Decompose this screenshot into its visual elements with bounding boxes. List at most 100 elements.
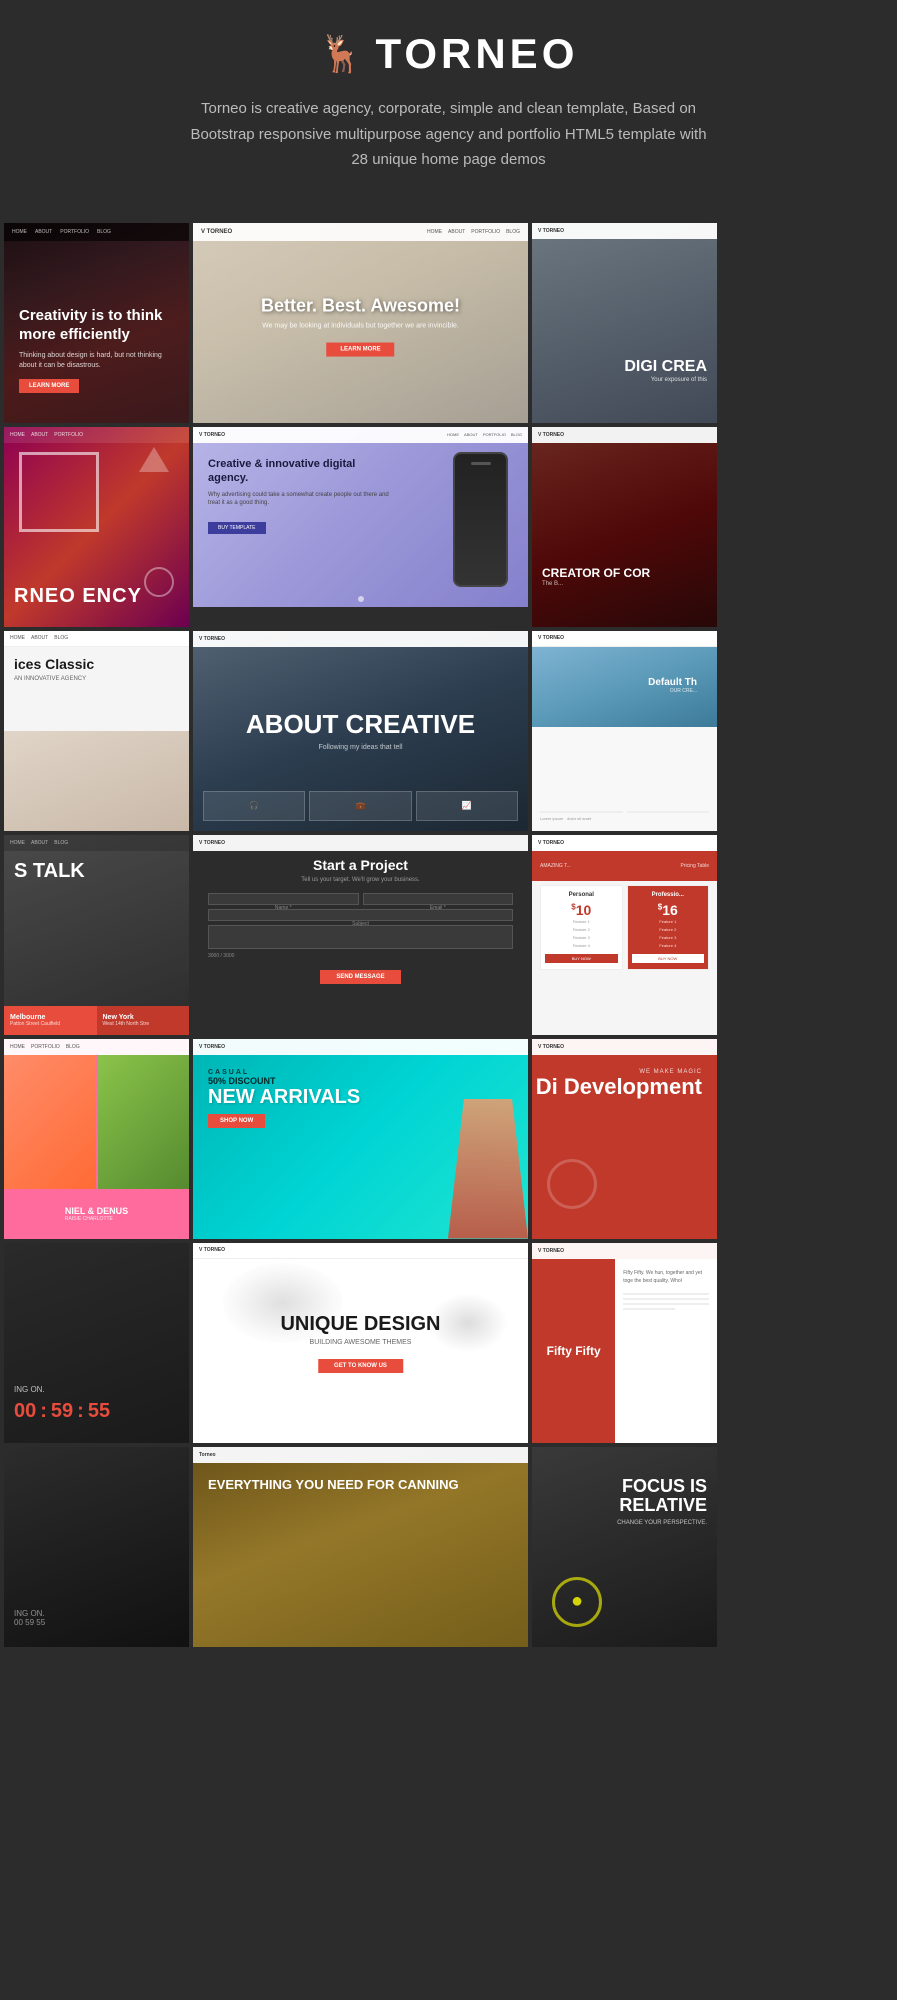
tile17-logo: V TORNEO xyxy=(538,1248,564,1254)
city2: New York xyxy=(103,1014,184,1021)
tile12-label: CASUAL xyxy=(208,1069,360,1076)
tile-rneo-ency[interactable]: HOMEABOUTPORTFOLIO RNEO ENCY xyxy=(4,427,189,627)
tile-ices-classic[interactable]: HOMEABOUTBLOG ices Classic AN INNOVATIVE… xyxy=(4,631,189,831)
tile-creativity[interactable]: HOMEABOUTPORTFOLIOBLOG Creativity is to … xyxy=(4,223,189,423)
tile3-logo: V TORNEO xyxy=(538,228,564,234)
tile-start-project[interactable]: V TORNEO Start a Project Tell us your ta… xyxy=(193,835,528,1035)
tile17-subtext: Fifty Fifty. We hun, together and yet to… xyxy=(623,1269,709,1285)
countdown-s: 55 xyxy=(88,1400,110,1423)
tile8-logo: V TORNEO xyxy=(199,636,225,642)
tile-canning[interactable]: Torneo EVERYTHING YOU NEED FOR CANNING xyxy=(193,1447,528,1647)
shape-circle xyxy=(144,567,174,597)
tile-fifty-fifty[interactable]: V TORNEO Fifty Fifty Fifty Fifty. We hun… xyxy=(532,1243,717,1443)
tile14-logo: V TORNEO xyxy=(538,1044,564,1050)
tile11-heading: Start a Project xyxy=(208,857,513,873)
shape-tri xyxy=(139,447,169,472)
plan2-btn[interactable]: BUY NOW xyxy=(632,954,705,963)
tile7-heading: ices Classic xyxy=(14,656,179,672)
photo-1 xyxy=(4,1055,96,1189)
tile-new-arrivals[interactable]: V TORNEO CASUAL 50% DISCOUNT NEW ARRIVAL… xyxy=(193,1039,528,1239)
phone-image xyxy=(453,452,508,587)
tile16-heading: UNIQUE DESIGN xyxy=(210,1313,512,1335)
tile-development[interactable]: V TORNEO WE MAKE MAGIC Di Development xyxy=(532,1039,717,1239)
tile-digi-crea[interactable]: V TORNEO DIGI CREA Your exposure of this xyxy=(532,223,717,423)
tile2-btn[interactable]: LEARN MORE xyxy=(326,342,394,356)
submit-btn[interactable]: SEND MESSAGE xyxy=(320,970,400,984)
tile16-subtext: BUILDING AWESOME THEMES xyxy=(210,1339,512,1346)
tile17-left: Fifty Fifty xyxy=(532,1259,615,1443)
plan1-btn[interactable]: BUY NOW xyxy=(545,954,618,963)
tile-about-creative[interactable]: V TORNEO ABOUT CREATIVE Following my ide… xyxy=(193,631,528,831)
shape-rect xyxy=(19,452,99,532)
tile10-heading: S TALK xyxy=(14,860,85,883)
tile6-logo: V TORNEO xyxy=(538,432,564,438)
tile-countdown[interactable]: ING ON. 00 : 59 : 55 xyxy=(4,1243,189,1443)
tile12-discount: 50% DISCOUNT xyxy=(208,1076,360,1086)
tile11-logo: V TORNEO xyxy=(199,840,225,846)
tile7-subtext: AN INNOVATIVE AGENCY xyxy=(14,676,179,682)
tile19-heading: EVERYTHING YOU NEED FOR CANNING xyxy=(208,1477,513,1493)
tile-pricing[interactable]: V TORNEO AMAZING T... Pricing Table Pers… xyxy=(532,835,717,1035)
tile18-label: ING ON. xyxy=(14,1385,179,1394)
location-boxes: Melbourne Patton Street Caulfield New Yo… xyxy=(4,1006,189,1035)
tile5-heading: Creative & innovative digital agency. xyxy=(208,457,392,486)
tile-creator[interactable]: V TORNEO CREATOR OF COR The B... xyxy=(532,427,717,627)
countdown-m: 59 xyxy=(51,1400,73,1423)
tile-food-blog[interactable]: HOMEPORTFOLIOBLOG NIEL & DENUS RAISIE CH… xyxy=(4,1039,189,1239)
tile5-btn[interactable]: BUY TEMPLATE xyxy=(208,522,266,534)
tile3-heading: DIGI CREA xyxy=(624,357,707,376)
brand-name: TORNEO xyxy=(375,30,578,78)
price-card-professional: Professio... $16 Feature 1Feature 2Featu… xyxy=(627,885,710,970)
tile14-heading: Di Development xyxy=(536,1075,702,1099)
price1: 10 xyxy=(576,902,592,918)
tile1-btn[interactable]: LEARN MORE xyxy=(19,379,79,393)
tile12-heading: NEW ARRIVALS xyxy=(208,1086,360,1108)
tile6-subtext: The B... xyxy=(542,581,707,587)
tile2-heading: Better. Best. Awesome! xyxy=(210,295,512,316)
price-card-personal: Personal $10 Feature 1Feature 2Feature 3… xyxy=(540,885,623,970)
tile11-subtext: Tell us your target. We'll grow your bus… xyxy=(208,877,513,883)
tile-s-talk[interactable]: HOMEABOUTBLOG S TALK Melbourne Patton St… xyxy=(4,835,189,1035)
tile2-subtext: We may be looking at individuals but tog… xyxy=(210,322,512,329)
gallery-row-7: ING ON. 00 59 55 Torneo EVERYTHING YOU N… xyxy=(0,1447,897,1647)
tile-focus[interactable]: FOCUS IS RELATIVE CHANGE YOUR PERSPECTIV… xyxy=(532,1447,717,1647)
tile-unique-design[interactable]: V TORNEO UNIQUE DESIGN BUILDING AWESOME … xyxy=(193,1243,528,1443)
bottom-bar: NIEL & DENUS RAISIE CHARLOTTE xyxy=(4,1189,189,1239)
project-details-field[interactable] xyxy=(208,925,513,949)
pricing-cards: Personal $10 Feature 1Feature 2Feature 3… xyxy=(540,885,709,970)
decorative-circle-20 xyxy=(552,1577,602,1627)
tile12-btn[interactable]: SHOP NOW xyxy=(208,1114,265,1128)
tile5-logo: V TORNEO xyxy=(199,432,225,438)
pagination-dot xyxy=(358,596,364,602)
price2: 16 xyxy=(662,902,678,918)
gallery-row-2: HOMEABOUTPORTFOLIO RNEO ENCY V TORNEO HO… xyxy=(0,427,897,627)
tile6-heading: CREATOR OF COR xyxy=(542,566,707,580)
tile17-right: Fifty Fifty. We hun, together and yet to… xyxy=(615,1259,717,1443)
header: 🦌 TORNEO Torneo is creative agency, corp… xyxy=(0,0,897,223)
tile9-photo: Default Th OUR CRE... xyxy=(532,647,717,727)
tile-better-best[interactable]: V TORNEO HOMEABOUTPORTFOLIOBLOG Better. … xyxy=(193,223,528,423)
tile7-photo xyxy=(4,731,189,831)
tile9-logo: V TORNEO xyxy=(538,635,564,641)
tile-creative-digital[interactable]: V TORNEO HOMEABOUTPORTFOLIOBLOG Creative… xyxy=(193,427,528,607)
header-description: Torneo is creative agency, corporate, si… xyxy=(189,96,709,173)
tile2-logo: V TORNEO xyxy=(201,229,232,235)
tile16-btn[interactable]: GET TO KNOW US xyxy=(318,1359,403,1373)
tile13-logo: V TORNEO xyxy=(538,840,564,846)
tile9-subtext: OUR CRE... xyxy=(648,688,697,694)
addr2: West 14th North Stre xyxy=(103,1021,184,1027)
tile17-heading: Fifty Fifty xyxy=(547,1344,601,1358)
deer-icon: 🦌 xyxy=(319,33,364,75)
tile20-subtext: CHANGE YOUR PERSPECTIVE. xyxy=(532,1520,707,1526)
countdown-h: 00 xyxy=(14,1400,36,1423)
tile8-subtext: Following my ideas that tell xyxy=(210,744,512,751)
tile-dark-left[interactable]: ING ON. 00 59 55 xyxy=(4,1447,189,1647)
tile15-name2: RAISIE CHARLOTTE xyxy=(65,1216,128,1222)
tile1-subtext: Thinking about design is hard, but not t… xyxy=(19,351,174,371)
pagination-dot-16 xyxy=(358,1432,364,1438)
tile1-heading: Creativity is to think more efficiently xyxy=(19,306,174,345)
tile9-heading: Default Th xyxy=(648,677,697,688)
logo-container: 🦌 TORNEO xyxy=(20,30,877,78)
tile-default[interactable]: V TORNEO Default Th OUR CRE... Lorem ips… xyxy=(532,631,717,831)
tile4-heading: RNEO ENCY xyxy=(14,585,142,607)
